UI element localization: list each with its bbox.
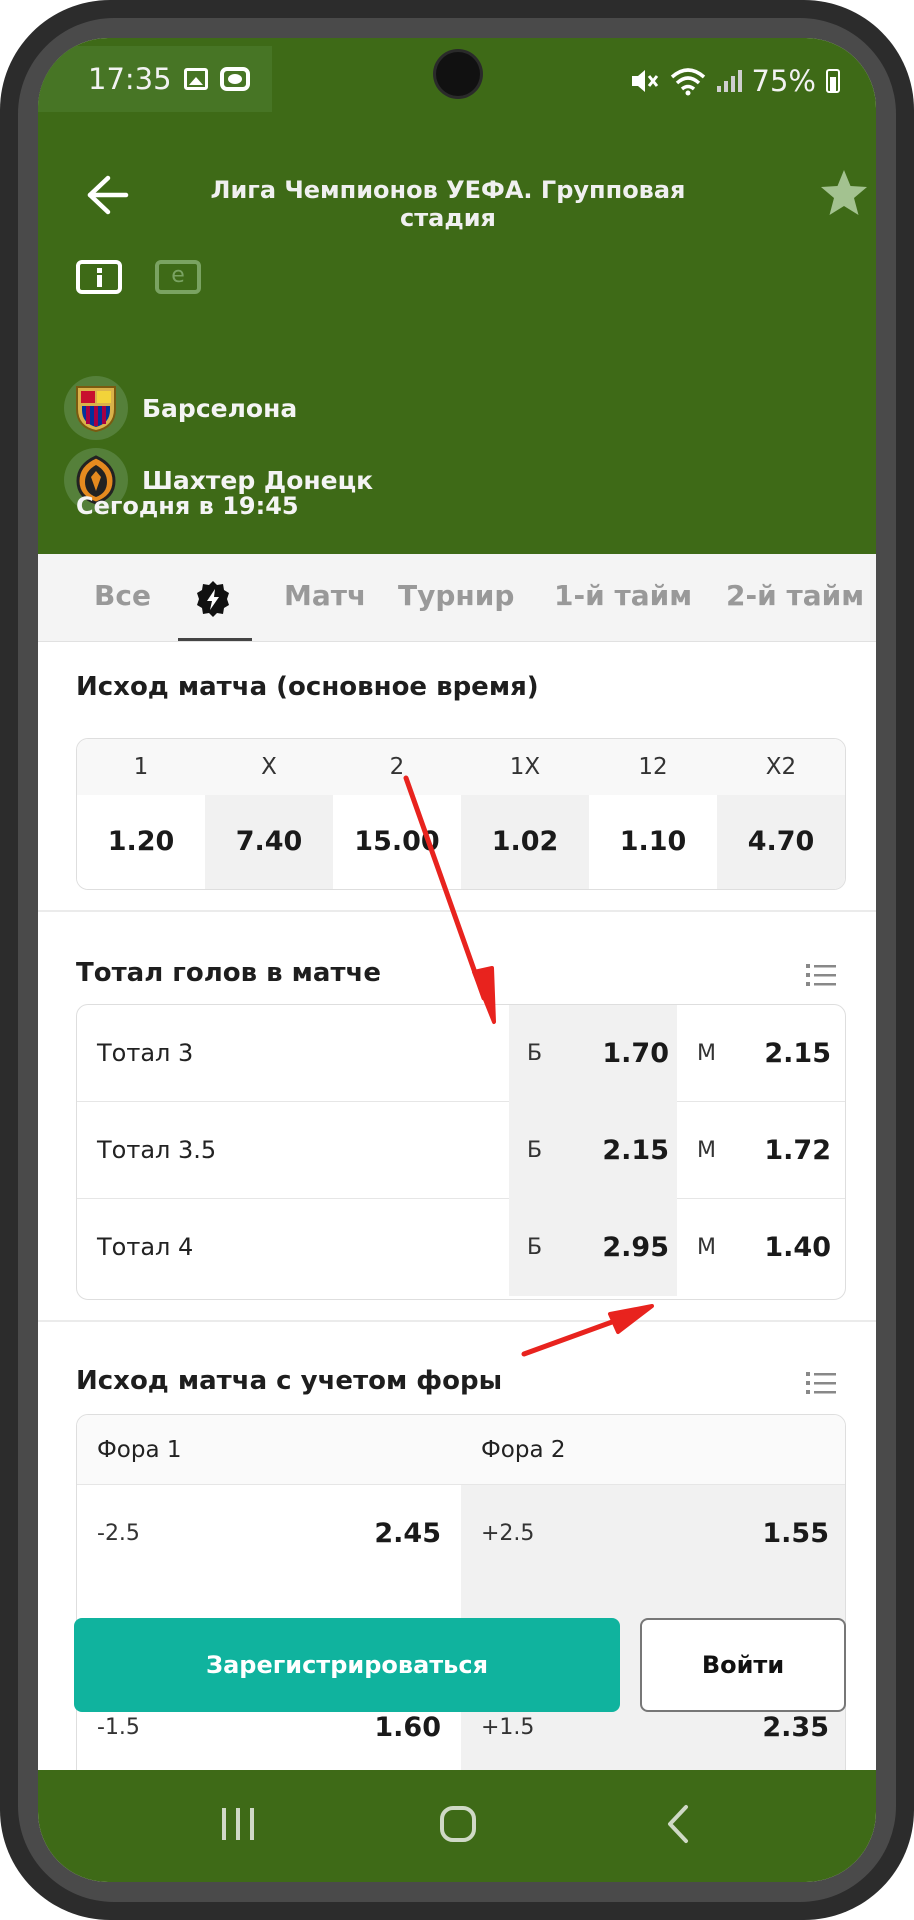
- outcome-header-x: X: [205, 739, 333, 795]
- mute-icon: [631, 70, 658, 92]
- barcelona-logo-icon: [64, 376, 128, 440]
- register-button[interactable]: Зарегистрироваться: [74, 1618, 620, 1712]
- under-letter: М: [697, 1041, 716, 1066]
- outcome-header-12: 12: [589, 739, 717, 795]
- outcome-odds-row: 1.20 7.40 15.00 1.02 1.10 4.70: [77, 795, 845, 889]
- tab-active-indicator: [178, 638, 252, 641]
- outcome-header-1: 1: [77, 739, 205, 795]
- under-letter: М: [697, 1138, 716, 1163]
- table-row: -2.5 2.45 +2.5 1.55: [77, 1485, 845, 1582]
- total-label: Тотал 3: [97, 1039, 194, 1067]
- handicap-col2-header: Фора 2: [481, 1437, 566, 1463]
- favorite-star-icon[interactable]: [816, 166, 872, 222]
- table-row: Тотал 3 Б 1.70 М 2.15: [77, 1005, 845, 1102]
- status-bar: 17:35 75%: [38, 38, 876, 128]
- total-label: Тотал 3.5: [97, 1136, 217, 1164]
- odds-button-1x[interactable]: 1.02: [461, 795, 589, 889]
- odds-under[interactable]: 2.15: [747, 1005, 831, 1102]
- recent-apps-icon[interactable]: [208, 1794, 268, 1854]
- match-header: 17:35 75% Лига Чемпионов УЕФА. Групповая…: [38, 38, 876, 554]
- match-start-time: Сегодня в 19:45: [76, 492, 299, 520]
- status-right: 75%: [629, 56, 840, 106]
- odds-handicap-away[interactable]: 1.55: [697, 1485, 829, 1582]
- front-camera: [436, 52, 480, 96]
- odds-over[interactable]: 1.70: [587, 1005, 669, 1102]
- over-letter: Б: [527, 1138, 543, 1163]
- team-home-name: Барселона: [142, 393, 298, 423]
- page-title: Лига Чемпионов УЕФА. Групповая стадия: [210, 176, 686, 232]
- tab-second-half[interactable]: 2-й тайм: [726, 554, 864, 642]
- handicap-section-title: Исход матча с учетом форы: [76, 1366, 503, 1396]
- tab-first-half[interactable]: 1-й тайм: [554, 554, 692, 642]
- team-away-name: Шахтер Донецк: [142, 465, 374, 495]
- handicap-home-value: -2.5: [97, 1521, 140, 1546]
- total-label: Тотал 4: [97, 1233, 194, 1261]
- annotation-arrow-right: [521, 1304, 654, 1357]
- login-button[interactable]: Войти: [640, 1618, 846, 1712]
- odds-button-x[interactable]: 7.40: [205, 795, 333, 889]
- odds-button-2[interactable]: 15.00: [333, 795, 461, 889]
- screen: 17:35 75% Лига Чемпионов УЕФА. Групповая…: [38, 38, 876, 1882]
- table-row: Тотал 4 Б 2.95 М 1.40: [77, 1199, 845, 1296]
- section-divider: [38, 910, 876, 912]
- home-icon[interactable]: [428, 1794, 488, 1854]
- wifi-icon: [670, 68, 705, 96]
- odds-under[interactable]: 1.72: [747, 1102, 831, 1199]
- odds-button-x2[interactable]: 4.70: [717, 795, 845, 889]
- over-letter: Б: [527, 1041, 543, 1066]
- outcome-header-x2: X2: [717, 739, 845, 795]
- battery-icon: [826, 69, 840, 93]
- tab-match[interactable]: Матч: [284, 554, 366, 642]
- outcome-header-1x: 1X: [461, 739, 589, 795]
- title-bar: Лига Чемпионов УЕФА. Групповая стадия: [38, 162, 876, 232]
- status-left: 17:35: [38, 46, 272, 112]
- android-nav-bar: [38, 1770, 876, 1882]
- stats-icon[interactable]: e: [155, 260, 201, 294]
- totals-card: Тотал 3 Б 1.70 М 2.15 Тотал 3.5 Б 2.15 М…: [76, 1004, 846, 1300]
- odds-under[interactable]: 1.40: [747, 1199, 831, 1296]
- handicap-card: Фора 1 Фора 2 -2.5 2.45 +2.5 1.55 -1.5 1…: [76, 1414, 846, 1814]
- table-row: Тотал 3.5 Б 2.15 М 1.72: [77, 1102, 845, 1199]
- tab-tournament[interactable]: Турнир: [398, 554, 514, 642]
- totals-section-title: Тотал голов в матче: [76, 958, 382, 988]
- tab-all[interactable]: Все: [94, 554, 151, 642]
- outcome-header-row: 1 X 2 1X 12 X2: [77, 739, 845, 795]
- list-icon[interactable]: [806, 962, 836, 988]
- battery-percent: 75%: [751, 64, 816, 98]
- handicap-col1-header: Фора 1: [97, 1437, 182, 1463]
- list-icon[interactable]: [806, 1370, 836, 1396]
- signal-icon: [716, 70, 742, 92]
- handicap-header-row: Фора 1 Фора 2: [77, 1415, 845, 1485]
- under-letter: М: [697, 1235, 716, 1260]
- tab-live-bolt-icon[interactable]: [194, 580, 232, 618]
- odds-over[interactable]: 2.95: [587, 1199, 669, 1296]
- odds-button-12[interactable]: 1.10: [589, 795, 717, 889]
- odds-over[interactable]: 2.15: [587, 1102, 669, 1199]
- back-arrow-icon[interactable]: [80, 170, 134, 220]
- outcome-card: 1 X 2 1X 12 X2 1.20 7.40 15.00 1.02 1.10…: [76, 738, 846, 890]
- team-row-home: Барселона: [64, 376, 297, 440]
- market-tabs: Все Матч Турнир 1-й тайм 2-й тайм: [38, 554, 876, 642]
- section-divider: [38, 1320, 876, 1322]
- info-icon[interactable]: [76, 260, 122, 294]
- app-notification-icon: [219, 67, 250, 91]
- over-letter: Б: [527, 1235, 543, 1260]
- gallery-notification-icon: [183, 68, 208, 90]
- odds-handicap-home[interactable]: 2.45: [317, 1485, 441, 1582]
- odds-button-1[interactable]: 1.20: [77, 795, 205, 889]
- outcome-section-title: Исход матча (основное время): [76, 672, 539, 702]
- handicap-away-value: +2.5: [481, 1521, 535, 1546]
- outcome-header-2: 2: [333, 739, 461, 795]
- status-time: 17:35: [88, 62, 172, 96]
- back-nav-icon[interactable]: [650, 1794, 710, 1854]
